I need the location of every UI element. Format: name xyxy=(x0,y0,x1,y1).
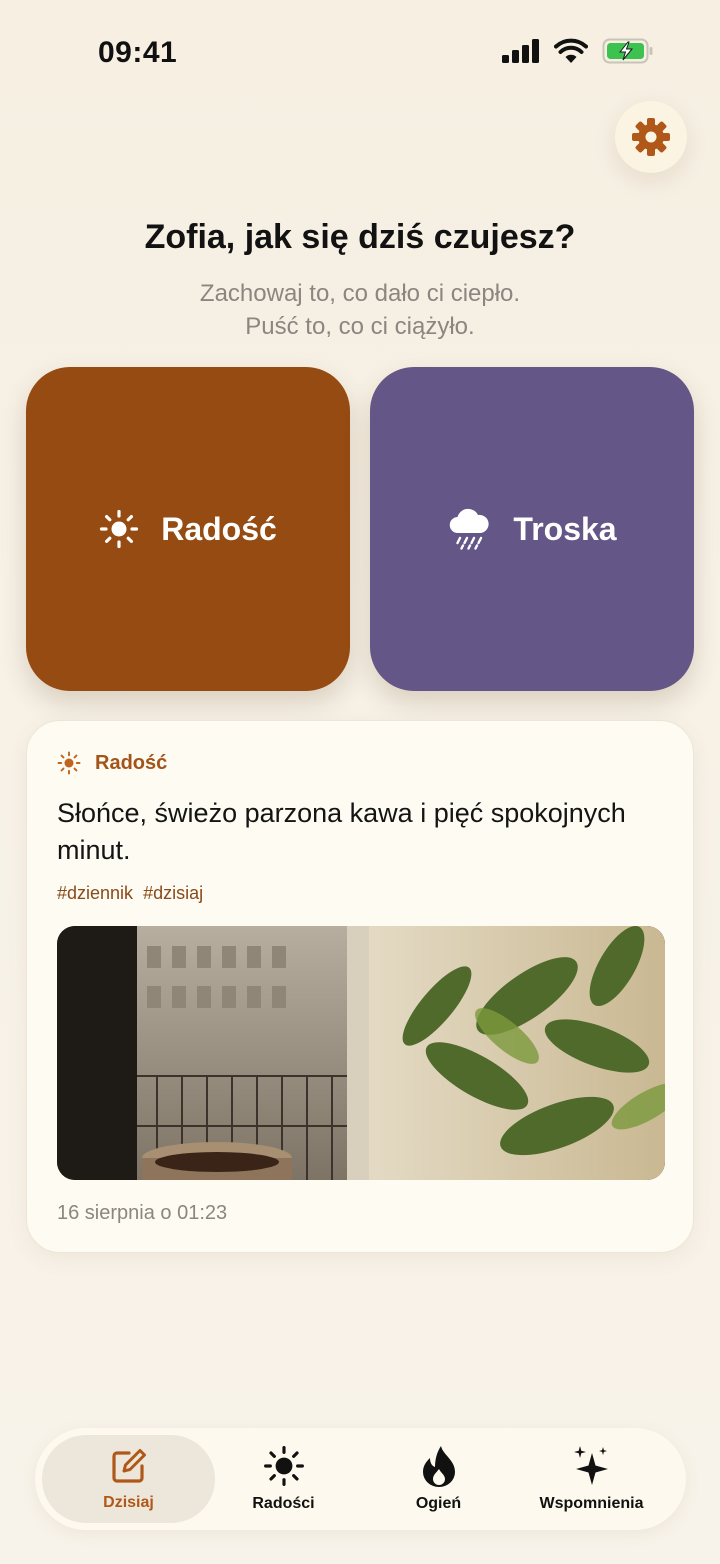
hashtag[interactable]: #dziennik xyxy=(57,883,133,904)
entry-mood-label: Radość xyxy=(95,751,168,774)
tab-label: Dzisiaj xyxy=(103,1494,154,1511)
tab-today[interactable]: Dzisiaj xyxy=(42,1435,215,1523)
tab-fire[interactable]: Ogień xyxy=(370,1435,507,1523)
page-subtitle: Zachowaj to, co dało ci ciepło. Puść to,… xyxy=(0,277,720,343)
tab-label: Radości xyxy=(252,1495,315,1512)
sun-icon xyxy=(263,1446,304,1486)
mood-button-joy[interactable]: Radość xyxy=(26,367,350,691)
sun-icon xyxy=(57,751,81,775)
wifi-icon xyxy=(554,38,588,63)
entry-hashtags: #dziennik #dzisiaj xyxy=(57,883,203,904)
tab-memories[interactable]: Wspomnienia xyxy=(515,1435,668,1523)
entry-date: 16 sierpnia o 01:23 xyxy=(57,1202,228,1224)
subtitle-line-2: Puść to, co ci ciążyło. xyxy=(245,313,475,340)
signal-icon xyxy=(502,39,539,63)
sparkles-icon xyxy=(573,1446,608,1485)
mood-label-joy: Radość xyxy=(161,510,277,547)
settings-button[interactable] xyxy=(615,101,687,173)
header: Zofia, jak się dziś czujesz? Zachowaj to… xyxy=(0,218,720,343)
entry-text: Słońce, świeżo parzona kawa i pięć spoko… xyxy=(57,798,626,865)
status-time: 09:41 xyxy=(98,36,178,69)
tab-joys[interactable]: Radości xyxy=(215,1435,352,1523)
entry-photo[interactable] xyxy=(57,926,665,1180)
entry-photo-image xyxy=(57,926,665,1180)
entry-mood-tag: Radość xyxy=(57,751,167,775)
flame-icon xyxy=(422,1446,455,1487)
sun-icon xyxy=(100,509,139,549)
page-title: Zofia, jak się dziś czujesz? xyxy=(144,218,576,256)
hashtag[interactable]: #dzisiaj xyxy=(143,883,203,904)
battery-icon xyxy=(602,38,653,64)
tab-label: Ogień xyxy=(415,1495,462,1512)
entry-card[interactable]: Radość Słońce, świeżo parzona kawa i pię… xyxy=(26,720,694,1253)
tab-label: Wspomnienia xyxy=(539,1495,644,1512)
edit-icon xyxy=(111,1449,146,1483)
gear-icon xyxy=(632,118,670,156)
mood-button-worry[interactable]: Troska xyxy=(370,367,694,691)
subtitle-line-1: Zachowaj to, co dało ci ciepło. xyxy=(199,280,521,307)
tab-bar: Dzisiaj Radości Ogień Wspomnienia xyxy=(35,1428,686,1530)
status-bar: 09:41 xyxy=(0,0,720,100)
status-icons xyxy=(502,38,654,64)
mood-label-worry: Troska xyxy=(513,510,617,547)
rain-cloud-icon xyxy=(450,508,490,550)
